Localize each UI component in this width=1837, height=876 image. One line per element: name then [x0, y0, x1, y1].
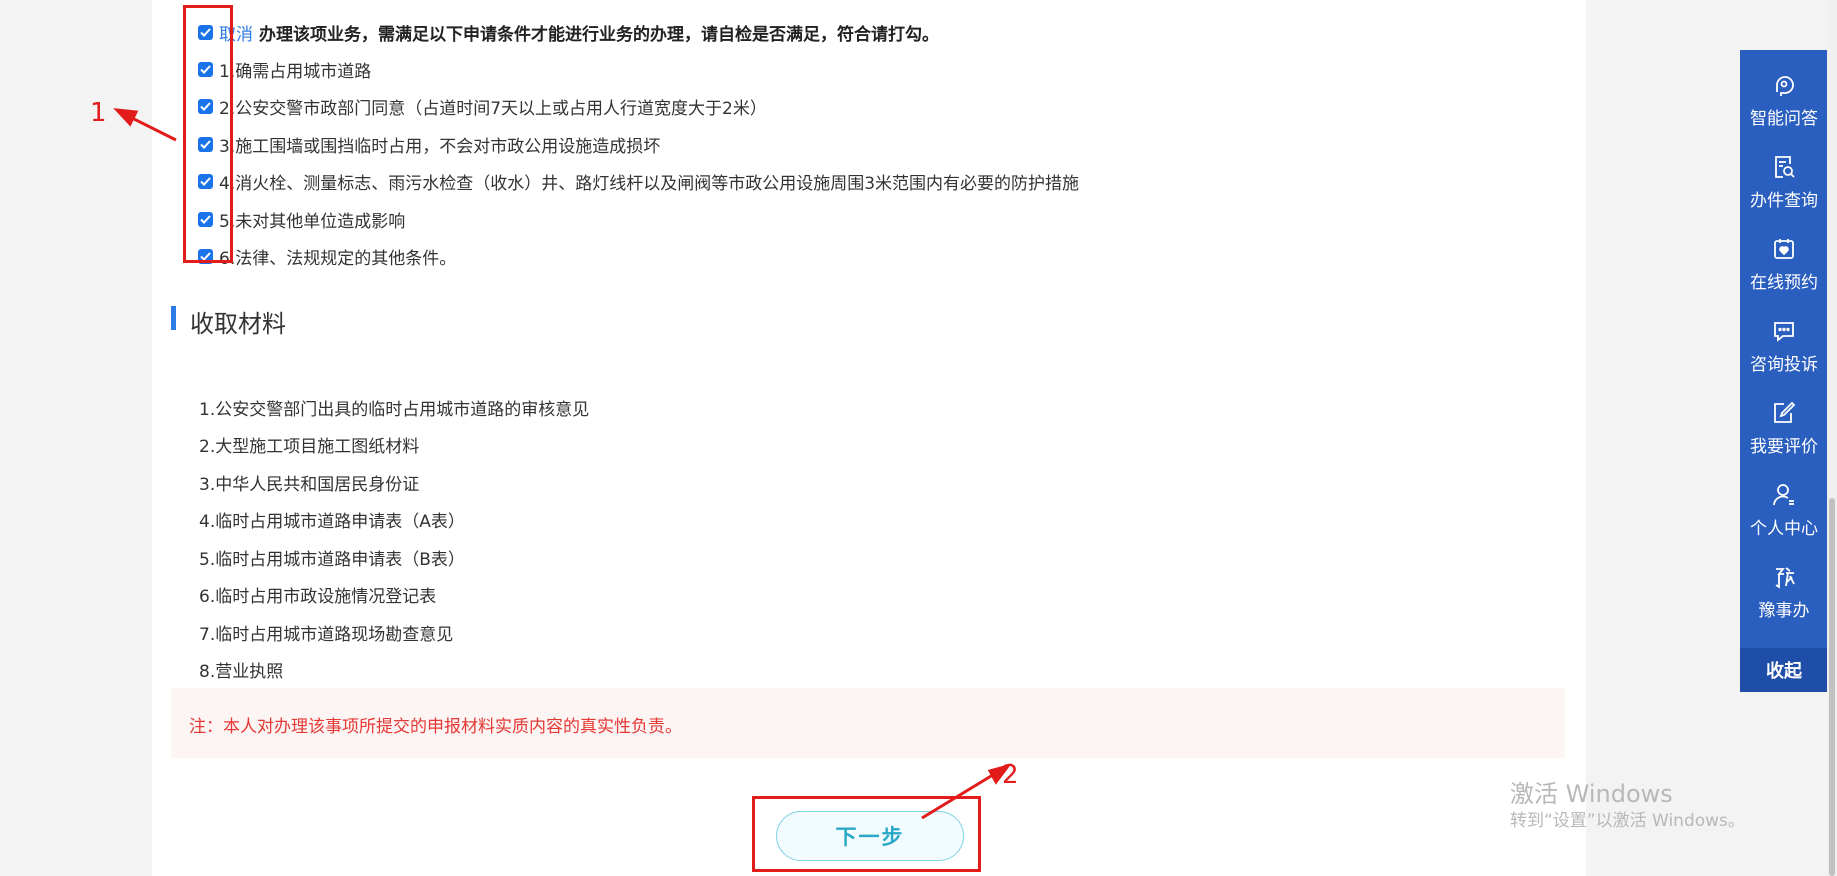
conditions-instruction: 办理该项业务，需满足以下申请条件才能进行业务的办理，请自检是否满足，符合请打勾。 — [259, 24, 939, 45]
disclaimer-note-box: 注：本人对办理该事项所提交的申报材料实质内容的真实性负责。 — [171, 688, 1565, 758]
sidebar-item-label: 咨询投诉 — [1750, 355, 1818, 375]
sidebar-item-case-query[interactable]: 办件查询 — [1740, 132, 1828, 214]
material-item: 1.公安交警部门出具的临时占用城市道路的审核意见 — [199, 400, 590, 420]
material-item: 5.临时占用城市道路申请表（B表） — [199, 550, 465, 570]
user-icon — [1773, 484, 1794, 506]
condition-label: 6.法律、法规规定的其他条件。 — [219, 248, 457, 269]
sidebar-item-label: 在线预约 — [1750, 273, 1818, 293]
condition-item: 4.消火栓、测量标志、雨污水检查（收水）井、路灯线杆以及闸阀等市政公用设施周围3… — [198, 169, 1080, 194]
sidebar-item-personal-center[interactable]: 个人中心 — [1740, 460, 1828, 542]
conditions-header-row: 取消 办理该项业务，需满足以下申请条件才能进行业务的办理，请自检是否满足，符合请… — [198, 20, 939, 45]
material-item: 7.临时占用城市道路现场勘查意见 — [199, 625, 454, 645]
sidebar-item-online-booking[interactable]: 在线预约 — [1740, 214, 1828, 296]
condition-label: 3.施工围墙或围挡临时占用，不会对市政公用设施造成损坏 — [219, 136, 661, 157]
sidebar-item-label: 智能问答 — [1750, 109, 1818, 129]
condition-label: 2.公安交警市政部门同意（占道时间7天以上或占用人行道宽度大于2米） — [219, 98, 767, 119]
condition-label: 4.消火栓、测量标志、雨污水检查（收水）井、路灯线杆以及闸阀等市政公用设施周围3… — [219, 173, 1080, 194]
section-accent-bar — [171, 306, 176, 330]
annotation-arrowhead-1 — [113, 108, 139, 127]
material-item: 4.临时占用城市道路申请表（A表） — [199, 512, 465, 532]
annotation-label-1: 1 — [90, 98, 107, 128]
material-item: 2.大型施工项目施工图纸材料 — [199, 437, 420, 457]
materials-section-title: 收取材料 — [190, 310, 286, 338]
windows-activation-watermark-title: 激活 Windows — [1510, 780, 1673, 808]
sidebar-item-evaluate[interactable]: 我要评价 — [1740, 378, 1828, 460]
annotation-box-1 — [183, 5, 233, 263]
sidebar-item-yushiban[interactable]: 豫事办 — [1740, 542, 1828, 624]
condition-item: 2.公安交警市政部门同意（占道时间7天以上或占用人行道宽度大于2米） — [198, 94, 767, 119]
condition-label: 5.未对其他单位造成影响 — [219, 211, 406, 232]
condition-item: 3.施工围墙或围挡临时占用，不会对市政公用设施造成损坏 — [198, 132, 661, 157]
yushiban-logo-icon — [1775, 567, 1795, 589]
sidebar-item-label: 豫事办 — [1758, 601, 1810, 621]
chat-bubble-icon — [1774, 322, 1794, 342]
condition-label: 1.确需占用城市道路 — [219, 61, 372, 82]
annotation-box-2 — [752, 796, 981, 872]
material-item: 6.临时占用市政设施情况登记表 — [199, 587, 437, 607]
sidebar-item-label: 我要评价 — [1750, 437, 1818, 457]
document-search-icon — [1775, 156, 1795, 178]
robot-head-icon — [1776, 76, 1794, 96]
sidebar-collapse-button[interactable]: 收起 — [1740, 648, 1828, 692]
condition-item: 6.法律、法规规定的其他条件。 — [198, 244, 457, 269]
sidebar-item-smart-qa[interactable]: 智能问答 — [1740, 50, 1828, 132]
material-item: 3.中华人民共和国居民身份证 — [199, 475, 420, 495]
sidebar-item-label: 办件查询 — [1750, 191, 1818, 211]
disclaimer-note: 注：本人对办理该事项所提交的申报材料实质内容的真实性负责。 — [189, 717, 682, 737]
floating-sidebar: 智能问答 办件查询 在线预约 咨询投诉 我要评价 个人中心 豫事办 收起 — [1740, 50, 1828, 692]
calendar-heart-icon — [1774, 239, 1794, 259]
material-item: 8.营业执照 — [199, 662, 284, 682]
page-scrollbar-thumb[interactable] — [1829, 498, 1835, 876]
sidebar-item-label: 个人中心 — [1750, 519, 1818, 539]
annotation-label-2: 2 — [1002, 760, 1019, 790]
sidebar-item-consult-complaint[interactable]: 咨询投诉 — [1740, 296, 1828, 378]
edit-pen-icon — [1774, 401, 1796, 423]
windows-activation-watermark-subtitle: 转到“设置”以激活 Windows。 — [1510, 811, 1745, 831]
